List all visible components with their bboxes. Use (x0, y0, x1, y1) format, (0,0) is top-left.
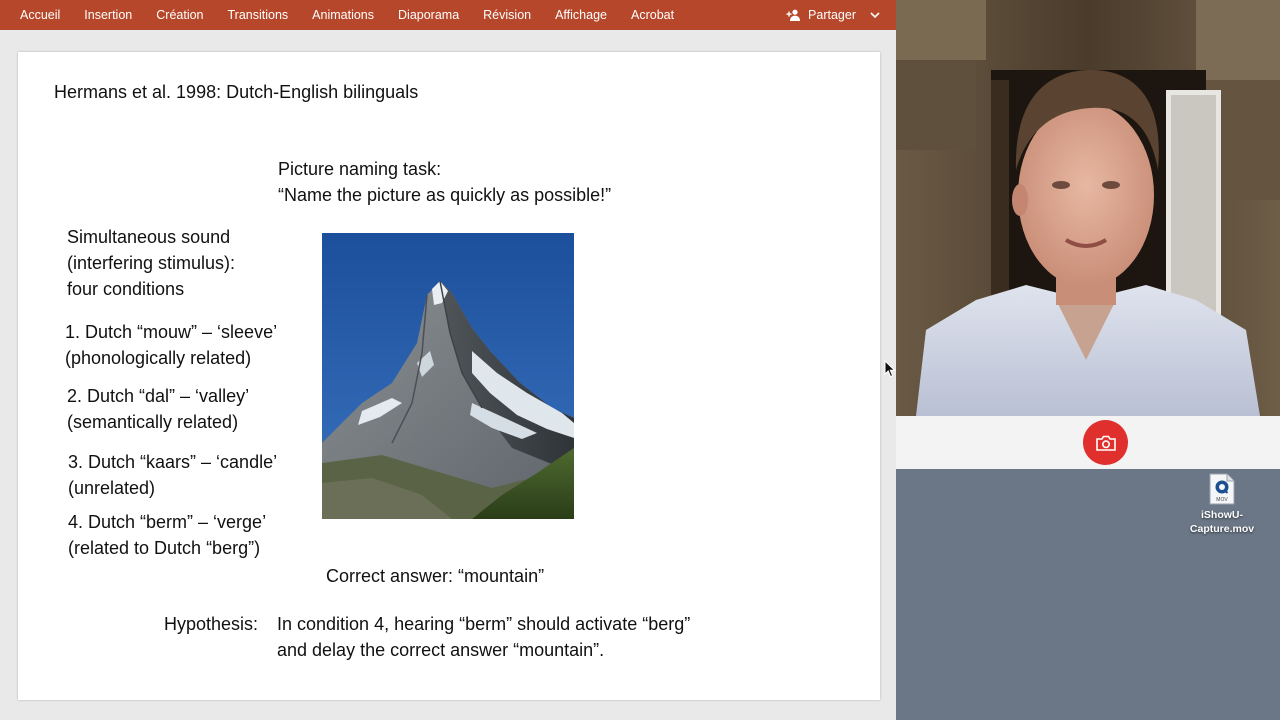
simultaneous-sound-line: four conditions (67, 279, 185, 299)
powerpoint-window: Accueil Insertion Création Transitions A… (0, 0, 896, 720)
tab-insertion[interactable]: Insertion (72, 0, 144, 30)
slide-editing-area: Hermans et al. 1998: Dutch-English bilin… (0, 30, 896, 720)
person-add-icon (786, 9, 801, 21)
tab-creation[interactable]: Création (144, 0, 215, 30)
simultaneous-sound-line: (interfering stimulus): (67, 253, 236, 273)
capture-toolbar (896, 416, 1280, 469)
task-title: Picture naming task: (278, 159, 442, 179)
camera-icon (1095, 435, 1116, 451)
condition-2-relation: (semantically related) (67, 412, 239, 432)
hypothesis-line: and delay the correct answer “mountain”. (277, 640, 605, 660)
chevron-down-icon[interactable] (868, 10, 882, 20)
record-button[interactable] (1083, 420, 1128, 465)
quicktime-file-icon: MOV (1208, 473, 1236, 505)
share-button[interactable]: Partager (786, 0, 882, 30)
condition-4-relation: (related to Dutch “berg”) (68, 538, 261, 558)
file-name-label: iShowU- Capture.mov (1189, 509, 1255, 535)
tab-acrobat[interactable]: Acrobat (619, 0, 686, 30)
hypothesis-label: Hypothesis: (164, 614, 259, 634)
tab-affichage[interactable]: Affichage (543, 0, 619, 30)
tab-accueil[interactable]: Accueil (8, 0, 72, 30)
tab-animations[interactable]: Animations (300, 0, 386, 30)
condition-3-word: 3. Dutch “kaars” – ‘candle’ (68, 452, 278, 472)
tab-transitions[interactable]: Transitions (216, 0, 301, 30)
condition-4-word: 4. Dutch “berm” – ‘verge’ (68, 512, 267, 532)
condition-2-word: 2. Dutch “dal” – ‘valley’ (67, 386, 250, 406)
condition-1-word: 1. Dutch “mouw” – ‘sleeve’ (65, 322, 278, 342)
share-label: Partager (808, 8, 856, 22)
webcam-video (896, 0, 1280, 416)
mouse-pointer-icon (884, 360, 896, 378)
tab-revision[interactable]: Révision (471, 0, 543, 30)
hypothesis-line: In condition 4, hearing “berm” should ac… (277, 614, 691, 634)
tab-diaporama[interactable]: Diaporama (386, 0, 471, 30)
slide: Hermans et al. 1998: Dutch-English bilin… (18, 52, 880, 700)
task-instruction: “Name the picture as quickly as possible… (278, 185, 612, 205)
slide-title: Hermans et al. 1998: Dutch-English bilin… (54, 82, 419, 102)
file-badge-label: MOV (1216, 497, 1228, 503)
condition-3-relation: (unrelated) (68, 478, 156, 498)
simultaneous-sound-line: Simultaneous sound (67, 227, 231, 247)
ribbon-tabs: Accueil Insertion Création Transitions A… (8, 0, 686, 30)
desktop-file-item[interactable]: MOV iShowU- Capture.mov (1186, 473, 1258, 536)
correct-answer: Correct answer: “mountain” (326, 566, 545, 586)
ribbon-bar: Accueil Insertion Création Transitions A… (0, 0, 896, 30)
mountain-picture (322, 233, 574, 519)
condition-1-relation: (phonologically related) (65, 348, 252, 368)
